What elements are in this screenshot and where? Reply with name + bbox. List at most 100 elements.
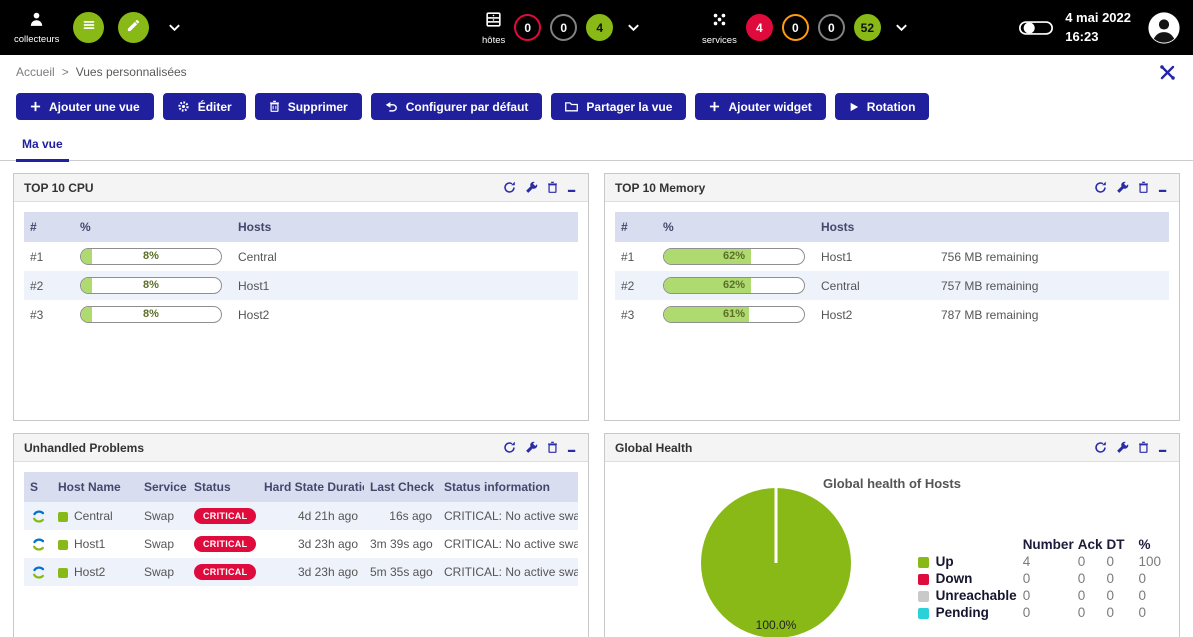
wrench-icon[interactable] <box>1116 181 1129 194</box>
settings-toggle-icon[interactable] <box>1019 18 1053 38</box>
widget-global-health-header: Global Health <box>605 434 1179 462</box>
cpu-progress-bar: 8% <box>80 248 222 265</box>
breadcrumb-home[interactable]: Accueil <box>16 65 55 79</box>
host-cell: Central <box>815 271 935 300</box>
wrench-icon[interactable] <box>1116 441 1129 454</box>
set-default-button[interactable]: Configurer par défaut <box>371 93 543 120</box>
poller-configure-button[interactable] <box>118 12 149 43</box>
wrench-icon[interactable] <box>525 181 538 194</box>
pollers-menu[interactable]: collecteurs <box>14 11 59 45</box>
hosts-expand-chevron[interactable] <box>626 20 641 35</box>
tab-ma-vue[interactable]: Ma vue <box>16 130 69 162</box>
user-avatar[interactable] <box>1147 11 1181 45</box>
memory-progress-bar: 62% <box>663 277 805 294</box>
hosts-unreachable-badge[interactable]: 0 <box>550 14 577 41</box>
service-cell[interactable]: Swap <box>138 502 188 530</box>
services-warning-badge[interactable]: 0 <box>782 14 809 41</box>
status-badge: CRITICAL <box>194 536 256 552</box>
rank-cell: #1 <box>615 242 657 271</box>
rank-cell: #1 <box>24 242 74 271</box>
host-cell[interactable]: Host2 <box>52 558 138 586</box>
problems-table: S Host Name Service Status Hard State Du… <box>24 472 578 586</box>
refresh-icon[interactable] <box>1094 441 1107 454</box>
detail-cell: 756 MB remaining <box>935 242 1169 271</box>
widget-unhandled-problems: Unhandled Problems S Host Name Service S… <box>13 433 589 637</box>
rank-cell: #3 <box>24 300 74 329</box>
table-row: #3 61% Host2 787 MB remaining <box>615 300 1169 329</box>
services-label: services <box>702 35 737 46</box>
poller-list-button[interactable] <box>73 12 104 43</box>
trash-icon[interactable] <box>547 441 558 454</box>
status-info-cell: CRITICAL: No active swap <box>438 530 578 558</box>
hosts-up-badge[interactable]: 4 <box>586 14 613 41</box>
cpu-progress-bar: 8% <box>80 306 222 323</box>
cpu-progress-bar: 8% <box>80 277 222 294</box>
host-cell[interactable]: Central <box>52 502 138 530</box>
services-unknown-badge[interactable]: 0 <box>818 14 845 41</box>
current-date: 4 mai 2022 <box>1065 9 1131 27</box>
trash-icon[interactable] <box>547 181 558 194</box>
services-menu[interactable]: services <box>702 10 737 46</box>
minimize-icon[interactable] <box>1158 441 1169 454</box>
hosts-down-badge[interactable]: 0 <box>514 14 541 41</box>
centreon-logo-icon <box>31 565 46 580</box>
play-icon <box>849 102 859 112</box>
minimize-icon[interactable] <box>1158 181 1169 194</box>
add-view-button[interactable]: Ajouter une vue <box>16 93 154 120</box>
services-expand-chevron[interactable] <box>894 20 909 35</box>
minimize-icon[interactable] <box>567 181 578 194</box>
hosts-icon <box>484 10 503 32</box>
trash-icon[interactable] <box>1138 441 1149 454</box>
service-cell[interactable]: Swap <box>138 558 188 586</box>
service-cell[interactable]: Swap <box>138 530 188 558</box>
folder-icon <box>565 101 578 112</box>
rank-cell: #3 <box>615 300 657 329</box>
add-widget-button[interactable]: Ajouter widget <box>695 93 825 120</box>
edit-view-button[interactable]: Éditer <box>163 93 246 120</box>
centreon-logo-icon <box>31 509 46 524</box>
pie-legend: Number Ack DT % Up 4 0 0 100 <box>916 536 1163 621</box>
breadcrumb-separator: > <box>62 65 69 79</box>
host-up-status-icon <box>58 568 68 578</box>
wrench-icon[interactable] <box>525 441 538 454</box>
breadcrumb-current: Vues personnalisées <box>76 65 187 79</box>
trash-icon[interactable] <box>1138 181 1149 194</box>
top-bar: collecteurs hôtes 0 0 4 <box>0 0 1193 55</box>
host-cell[interactable]: Host1 <box>52 530 138 558</box>
host-cell: Host2 <box>232 300 578 329</box>
duration-cell: 3d 23h ago <box>258 558 364 586</box>
table-row: #2 62% Central 757 MB remaining <box>615 271 1169 300</box>
services-ok-badge[interactable]: 52 <box>854 14 881 41</box>
widget-global-health: Global Health Global health of Hosts 100… <box>604 433 1180 637</box>
refresh-icon[interactable] <box>503 441 516 454</box>
host-cell: Central <box>232 242 578 271</box>
rank-cell: #2 <box>615 271 657 300</box>
table-row: #1 8% Central <box>24 242 578 271</box>
services-critical-badge[interactable]: 4 <box>746 14 773 41</box>
last-check-cell: 3m 39s ago <box>364 530 438 558</box>
rank-cell: #2 <box>24 271 74 300</box>
widget-top-memory-header: TOP 10 Memory <box>605 174 1179 202</box>
hosts-menu[interactable]: hôtes <box>482 10 505 46</box>
pollers-expand-chevron[interactable] <box>167 20 182 35</box>
widget-title: Unhandled Problems <box>24 441 144 455</box>
avatar-icon <box>1147 11 1181 45</box>
plus-icon <box>30 101 41 112</box>
view-tabs: Ma vue <box>0 130 1193 161</box>
top-cpu-table: # % Hosts #1 8% Central #2 8% Host1 <box>24 212 578 329</box>
duration-cell: 4d 21h ago <box>258 502 364 530</box>
table-header-row: # % Hosts <box>24 212 578 242</box>
refresh-icon[interactable] <box>1094 181 1107 194</box>
refresh-icon[interactable] <box>503 181 516 194</box>
last-check-cell: 16s ago <box>364 502 438 530</box>
delete-view-button[interactable]: Supprimer <box>255 93 362 120</box>
status-badge: CRITICAL <box>194 564 256 580</box>
share-view-button[interactable]: Partager la vue <box>551 93 686 120</box>
table-header-row: # % Hosts <box>615 212 1169 242</box>
rotation-button[interactable]: Rotation <box>835 93 930 120</box>
edit-tools-icon[interactable] <box>1158 63 1177 82</box>
host-cell: Host1 <box>232 271 578 300</box>
clock: 4 mai 2022 16:23 <box>1065 9 1131 45</box>
minimize-icon[interactable] <box>567 441 578 454</box>
memory-progress-bar: 62% <box>663 248 805 265</box>
